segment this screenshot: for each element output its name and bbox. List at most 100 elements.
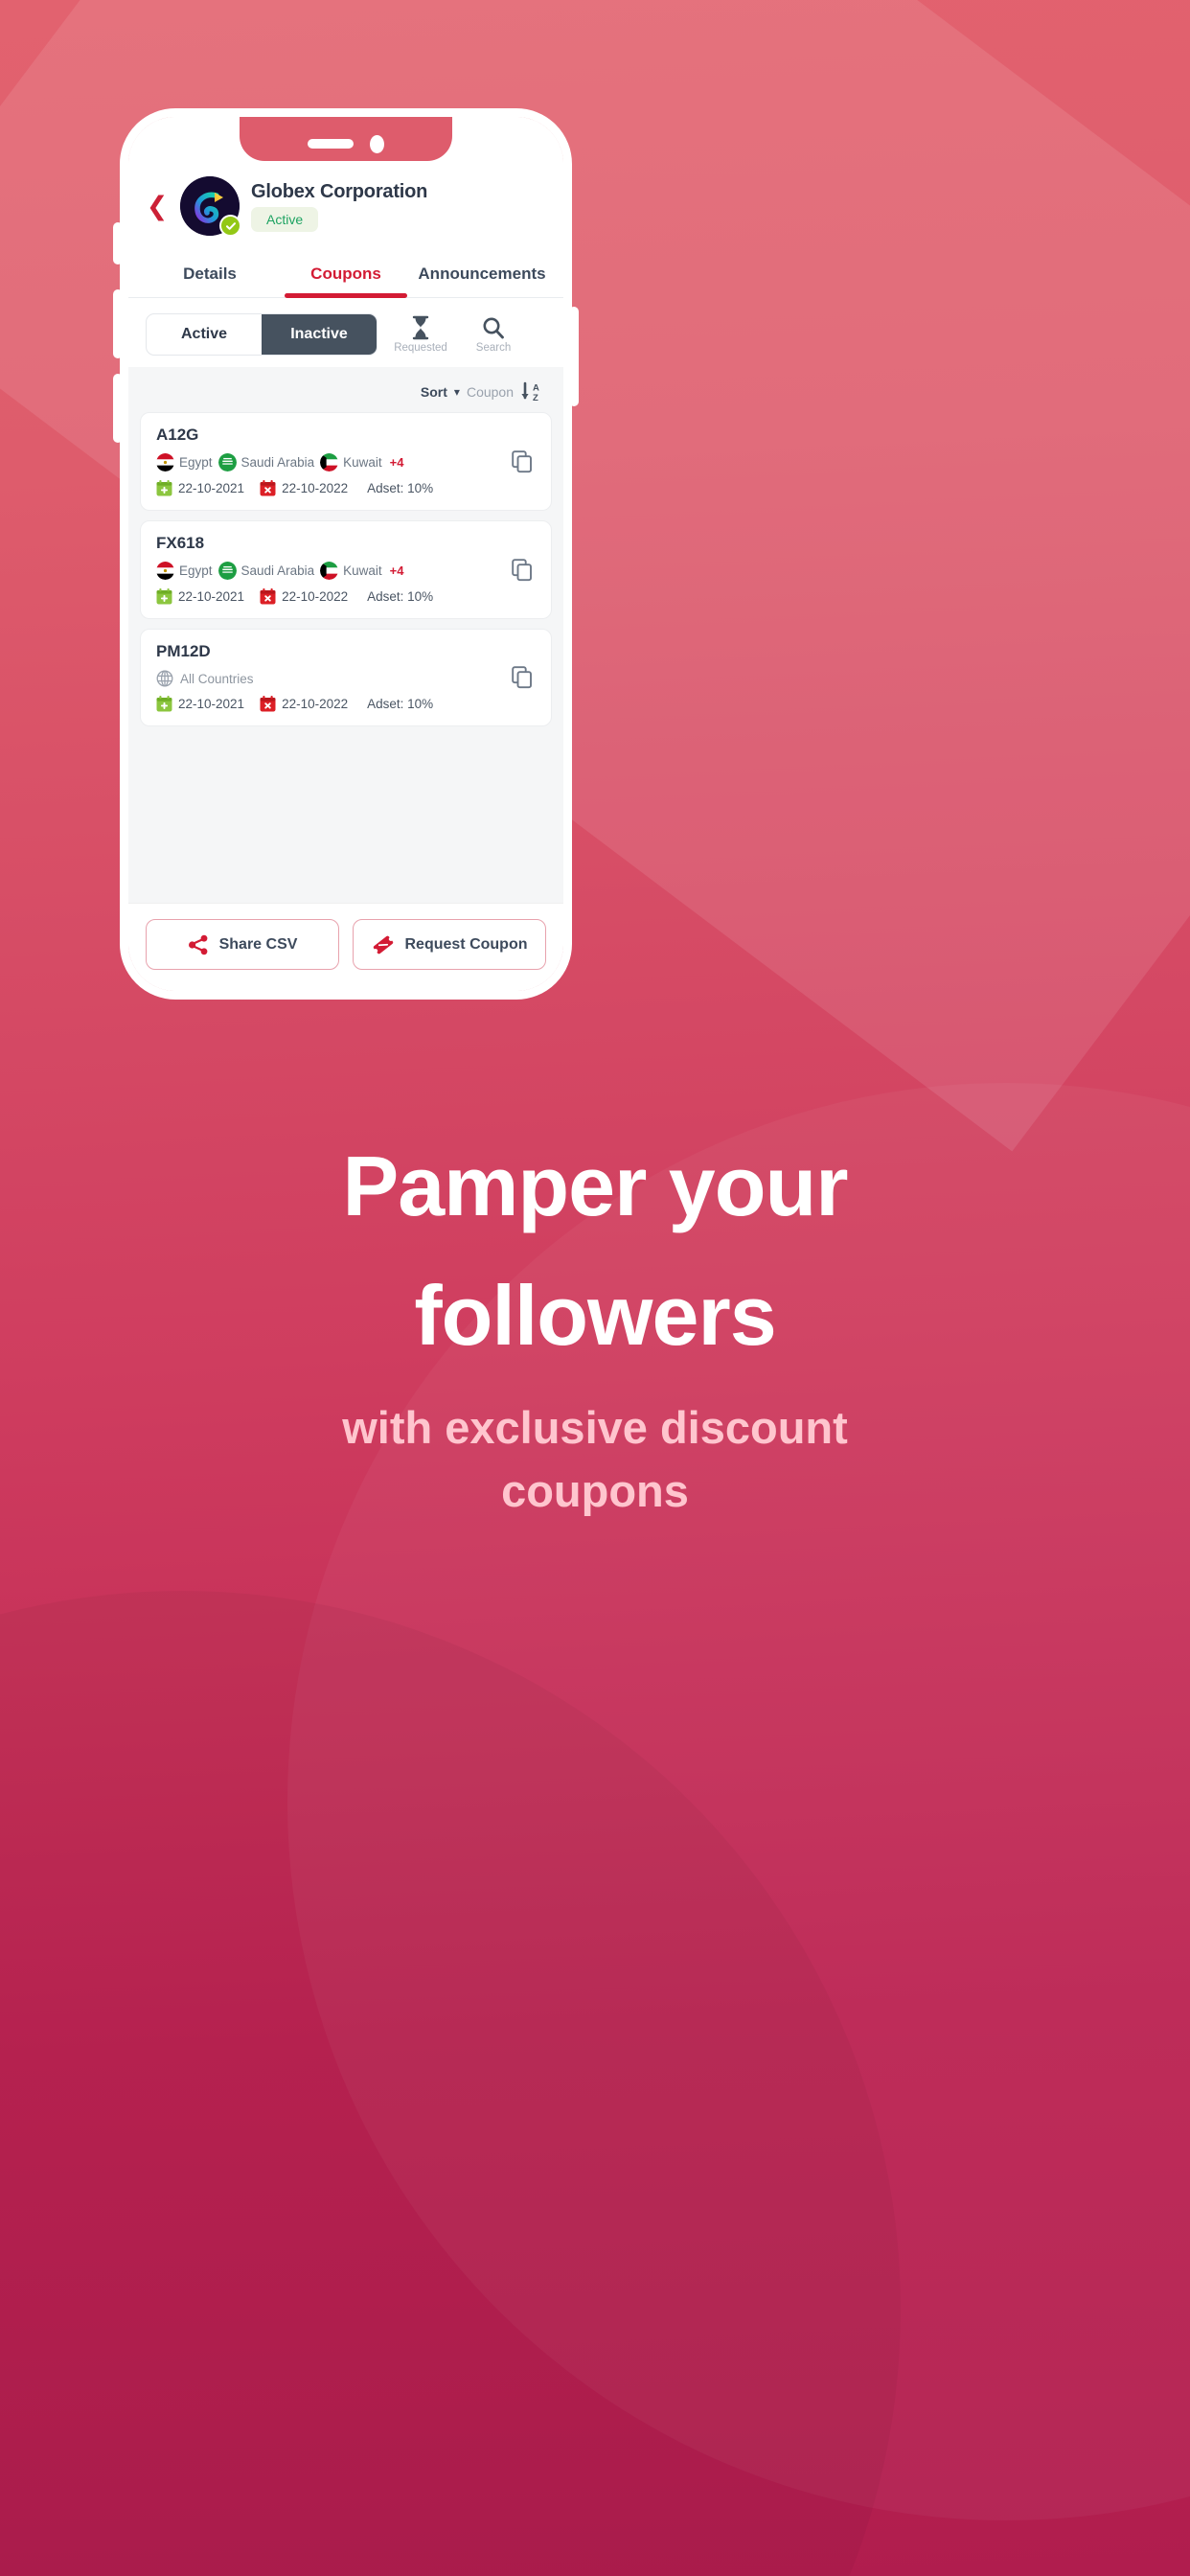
end-date-text: 22-10-2022 bbox=[282, 481, 349, 495]
flag-kuwait-icon bbox=[320, 453, 339, 472]
start-date: 22-10-2021 bbox=[156, 588, 244, 605]
countries-more-count: +4 bbox=[389, 564, 404, 578]
phone-mockup-frame: ❮ Globex Corporation Active Details Coup… bbox=[113, 108, 579, 1000]
country-item: Saudi Arabia bbox=[217, 453, 315, 472]
end-date-text: 22-10-2022 bbox=[282, 589, 349, 604]
country-item: Kuwait bbox=[320, 453, 382, 472]
coupon-meta: 22-10-2021 22-10-2022 Adset: 10% bbox=[156, 480, 536, 496]
marketing-subline-line1: with exclusive discount bbox=[342, 1402, 848, 1454]
country-item: Kuwait bbox=[320, 562, 382, 580]
coupon-code: A12G bbox=[156, 426, 199, 444]
flag-egypt-icon bbox=[156, 562, 174, 580]
coupon-code: PM12D bbox=[156, 642, 211, 660]
avatar[interactable] bbox=[180, 176, 241, 237]
requested-label: Requested bbox=[394, 342, 447, 354]
search-icon bbox=[482, 315, 505, 340]
country-item: Egypt bbox=[156, 453, 213, 472]
flag-egypt-icon bbox=[156, 453, 174, 472]
calendar-start-icon bbox=[156, 588, 172, 605]
marketing-subline-line2: coupons bbox=[501, 1465, 689, 1517]
countries-more-count: +4 bbox=[389, 455, 404, 470]
hourglass-icon bbox=[410, 315, 431, 340]
coupon-all-countries: All Countries bbox=[156, 670, 536, 687]
copy-icon[interactable] bbox=[509, 664, 536, 691]
requested-button[interactable]: Requested bbox=[391, 315, 450, 354]
start-date: 22-10-2021 bbox=[156, 696, 244, 712]
country-name: Saudi Arabia bbox=[240, 455, 315, 470]
coupon-card[interactable]: A12G Egypt Saudi Arabia Kuwait +4 22-10-… bbox=[140, 412, 552, 511]
marketing-headline-line1: Pamper your bbox=[342, 1138, 849, 1233]
phone-notch bbox=[240, 117, 452, 161]
tab-bar: Details Coupons Announcements bbox=[128, 257, 563, 298]
segment-active[interactable]: Active bbox=[147, 314, 262, 355]
phone-button-volume-down bbox=[113, 374, 123, 443]
coupon-countries: Egypt Saudi Arabia Kuwait +4 bbox=[156, 562, 536, 580]
svg-text:Z: Z bbox=[533, 393, 538, 402]
share-icon bbox=[188, 934, 207, 954]
svg-text:A: A bbox=[533, 383, 539, 394]
request-coupon-label: Request Coupon bbox=[404, 935, 528, 953]
calendar-start-icon bbox=[156, 480, 172, 496]
sort-label[interactable]: Sort bbox=[421, 384, 447, 400]
end-date: 22-10-2022 bbox=[260, 480, 348, 496]
filter-toolbar: Active Inactive Requested Search bbox=[128, 298, 563, 367]
start-date-text: 22-10-2021 bbox=[178, 697, 245, 711]
chevron-down-icon[interactable]: ▾ bbox=[454, 385, 460, 399]
end-date: 22-10-2022 bbox=[260, 588, 348, 605]
sort-az-descending-icon[interactable]: A Z bbox=[519, 381, 544, 402]
calendar-end-icon bbox=[260, 588, 276, 605]
phone-button-mute bbox=[113, 222, 123, 264]
speaker-grille-icon bbox=[308, 139, 354, 149]
globe-icon bbox=[156, 670, 173, 687]
end-date-text: 22-10-2022 bbox=[282, 697, 349, 711]
marketing-headline-line2: followers bbox=[414, 1268, 776, 1364]
calendar-end-icon bbox=[260, 480, 276, 496]
country-name: Kuwait bbox=[343, 564, 382, 578]
tab-announcements[interactable]: Announcements bbox=[414, 257, 550, 297]
country-item: Saudi Arabia bbox=[217, 562, 314, 580]
adset-value: Adset: 10% bbox=[367, 589, 434, 604]
brand-text: Globex Corporation Active bbox=[251, 181, 427, 232]
flag-saudi-arabia-icon bbox=[217, 453, 237, 472]
country-name: Egypt bbox=[179, 564, 213, 578]
flag-saudi-arabia-icon bbox=[217, 562, 237, 580]
adset-value: Adset: 10% bbox=[367, 481, 434, 495]
copy-icon[interactable] bbox=[509, 448, 536, 475]
front-camera-icon bbox=[370, 134, 384, 153]
start-date-text: 22-10-2021 bbox=[178, 589, 245, 604]
tab-details[interactable]: Details bbox=[142, 257, 278, 297]
status-badge: Active bbox=[251, 206, 319, 232]
copy-icon[interactable] bbox=[509, 557, 536, 584]
search-label: Search bbox=[475, 342, 512, 354]
coupon-card[interactable]: PM12D All Countries 22-10-2021 22-10-202… bbox=[140, 629, 552, 726]
chevron-left-icon[interactable]: ❮ bbox=[146, 190, 169, 222]
ticket-icon bbox=[373, 935, 393, 954]
start-date: 22-10-2021 bbox=[156, 480, 244, 496]
calendar-end-icon bbox=[260, 696, 276, 712]
phone-button-volume-up bbox=[113, 289, 123, 358]
coupon-code: FX618 bbox=[156, 534, 205, 552]
segment-inactive[interactable]: Inactive bbox=[262, 314, 377, 355]
search-button[interactable]: Search bbox=[464, 315, 523, 354]
page-title: Globex Corporation bbox=[251, 180, 428, 202]
action-footer: Share CSV Request Coupon bbox=[128, 903, 563, 991]
sort-field-value[interactable]: Coupon bbox=[467, 384, 514, 400]
phone-screen: ❮ Globex Corporation Active Details Coup… bbox=[128, 117, 563, 991]
request-coupon-button[interactable]: Request Coupon bbox=[353, 919, 546, 970]
share-csv-button[interactable]: Share CSV bbox=[146, 919, 339, 970]
phone-button-power bbox=[569, 307, 579, 406]
coupon-countries: Egypt Saudi Arabia Kuwait +4 bbox=[156, 453, 536, 472]
all-countries-label: All Countries bbox=[180, 671, 254, 686]
tab-coupons[interactable]: Coupons bbox=[278, 257, 414, 297]
coupon-list-area: Sort ▾ Coupon A Z A12G Egypt Saudi Arabi… bbox=[128, 367, 563, 903]
share-csv-label: Share CSV bbox=[218, 935, 298, 953]
brand-row: ❮ Globex Corporation Active bbox=[128, 161, 563, 237]
flag-kuwait-icon bbox=[320, 562, 339, 580]
coupon-meta: 22-10-2021 22-10-2022 Adset: 10% bbox=[156, 696, 536, 712]
adset-value: Adset: 10% bbox=[367, 697, 434, 711]
calendar-start-icon bbox=[156, 696, 172, 712]
start-date-text: 22-10-2021 bbox=[178, 481, 245, 495]
country-name: Kuwait bbox=[343, 455, 382, 470]
coupon-card[interactable]: FX618 Egypt Saudi Arabia Kuwait +4 22-10… bbox=[140, 520, 552, 619]
country-item: Egypt bbox=[156, 562, 213, 580]
